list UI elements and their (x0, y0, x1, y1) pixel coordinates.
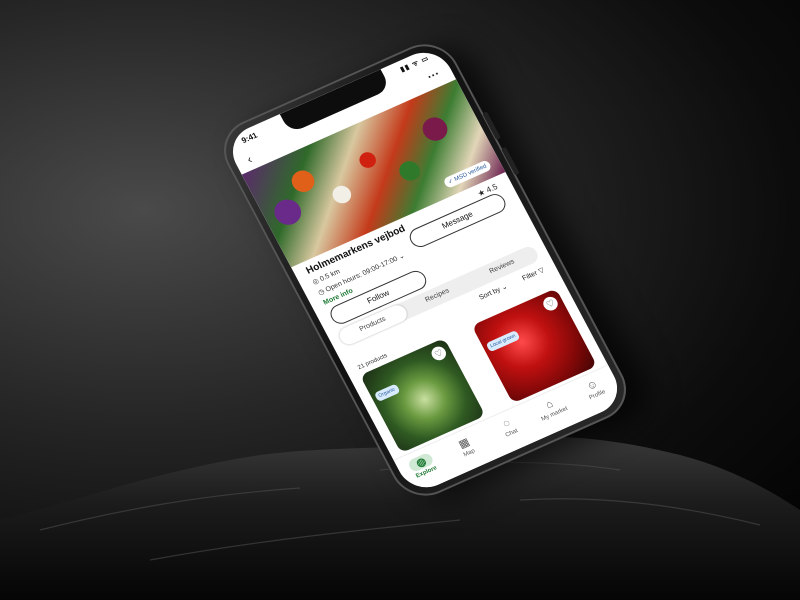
pumpkin-shape (287, 167, 319, 196)
beet-shape (418, 113, 452, 145)
nav-item-profile[interactable]: ☺ Profile (568, 371, 620, 408)
herb-shape (395, 157, 424, 184)
heart-icon[interactable]: ♡ (540, 294, 561, 313)
nav-item-chat[interactable]: ◌ Chat (482, 409, 534, 446)
more-icon[interactable]: ··· (425, 66, 443, 83)
heart-icon[interactable]: ♡ (429, 344, 449, 363)
garlic-shape (329, 182, 355, 207)
cabbage-shape (269, 195, 306, 229)
back-icon[interactable]: ‹ (244, 152, 254, 166)
sort-label: Sort by (478, 286, 502, 302)
rating-value: 4.5 (484, 182, 500, 195)
nav-item-map[interactable]: ▦ Map (440, 428, 493, 466)
nav-item-my-market[interactable]: ⌂ My market (525, 390, 577, 427)
nav-item-explore[interactable]: ◍ Explore (397, 447, 450, 485)
tomato-shape (356, 149, 379, 171)
filter-button[interactable]: Filter ▽ (521, 266, 545, 283)
product-badge: Local grown (485, 330, 521, 353)
filter-label: Filter (521, 269, 539, 283)
status-time: 9:41 (240, 130, 259, 146)
product-badge: Organic (373, 383, 401, 403)
